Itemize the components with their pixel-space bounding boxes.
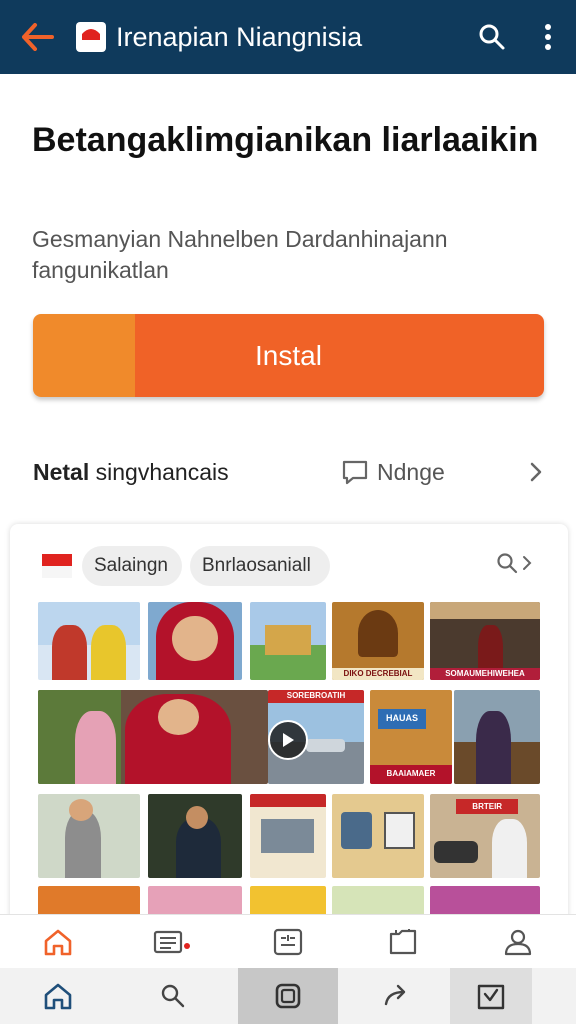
install-button[interactable]: Instal (33, 314, 544, 397)
thumbnail-tile[interactable] (148, 602, 242, 680)
nav-share[interactable] (338, 968, 453, 1024)
app-title: Irenapian Niangnisia (116, 21, 363, 52)
tile-caption: HAUAS (385, 712, 418, 723)
thumbnail-tile[interactable] (148, 794, 242, 878)
thumbnail-tile[interactable] (38, 690, 268, 784)
tile-caption: DIKO DECREBIAL (343, 668, 413, 678)
app-tab-bar (0, 914, 576, 968)
info-row[interactable]: Netal singvhancais Ndnge (0, 440, 576, 504)
thumbnail-tile[interactable]: DIKO DECREBIAL (332, 602, 424, 680)
profile-icon (504, 929, 531, 956)
back-arrow-icon (22, 23, 54, 51)
apps-icon (273, 928, 302, 956)
tab-profile[interactable] (460, 915, 575, 969)
tab-home[interactable] (0, 915, 115, 969)
tab-folder[interactable] (345, 915, 460, 969)
news-icon (153, 930, 190, 954)
nav-home[interactable] (0, 968, 115, 1024)
gallery-card: Salaingn Bnrlaosaniall DIKO DECREBIAL SO… (10, 524, 568, 944)
info-left-rest: singvhancais (95, 458, 229, 485)
search-icon (161, 984, 184, 1008)
nav-search[interactable] (115, 968, 230, 1024)
play-video-button[interactable] (268, 720, 308, 760)
more-options-button[interactable] (520, 0, 576, 74)
folder-icon (389, 929, 416, 955)
thumbnail-tile[interactable]: SOMAUMEHIWEHEA (430, 602, 540, 680)
square-icon (275, 983, 301, 1009)
back-button[interactable] (0, 0, 76, 74)
chevron-right-icon[interactable] (528, 461, 544, 483)
page-headline: Betangaklimgianikan liarlaaikin (32, 121, 539, 159)
system-nav-bar (0, 968, 576, 1024)
shield-check-icon (477, 984, 505, 1010)
thumbnail-tile[interactable] (454, 690, 540, 784)
home-outline-icon (44, 983, 71, 1010)
tile-caption: SOREBROATIH (286, 691, 346, 700)
app-bar: Irenapian Niangnisia (0, 0, 576, 74)
message-icon (342, 460, 368, 485)
info-left-bold: Netal (33, 458, 90, 485)
thumbnail-tile[interactable] (38, 794, 140, 878)
info-mid-label: Ndnge (377, 458, 445, 485)
info-message-link[interactable]: Ndnge (341, 459, 445, 486)
search-button[interactable] (464, 0, 520, 74)
thumbnail-tile[interactable]: HAUAS BAAIAMAER (370, 690, 452, 784)
tab-apps[interactable] (230, 915, 345, 969)
tile-caption: SOMAUMEHIWEHEA (445, 668, 525, 678)
home-icon (44, 929, 71, 956)
share-arrow-icon (384, 984, 405, 1006)
tile-caption: BAAIAMAER (386, 769, 436, 779)
thumbnail-tile[interactable]: BRTEIR (430, 794, 540, 878)
play-icon (283, 733, 294, 747)
tab-news[interactable] (115, 915, 230, 969)
thumbnail-tile[interactable] (250, 602, 326, 680)
app-logo-icon (76, 22, 106, 52)
thumbnail-tile[interactable] (332, 794, 424, 878)
nav-shield[interactable] (450, 968, 532, 1024)
more-vert-icon (545, 24, 551, 50)
info-left-text: Netal singvhancais (33, 459, 229, 486)
search-icon (479, 24, 505, 50)
thumbnail-grid: DIKO DECREBIAL SOMAUMEHIWEHEA SOREBROATI… (10, 524, 568, 944)
page-subtitle: Gesmanyian Nahnelben Dardanhinajann fang… (32, 226, 448, 283)
nav-recents[interactable] (238, 968, 338, 1024)
tile-caption: BRTEIR (472, 802, 503, 812)
thumbnail-tile[interactable] (250, 794, 326, 878)
thumbnail-tile[interactable] (38, 602, 140, 680)
